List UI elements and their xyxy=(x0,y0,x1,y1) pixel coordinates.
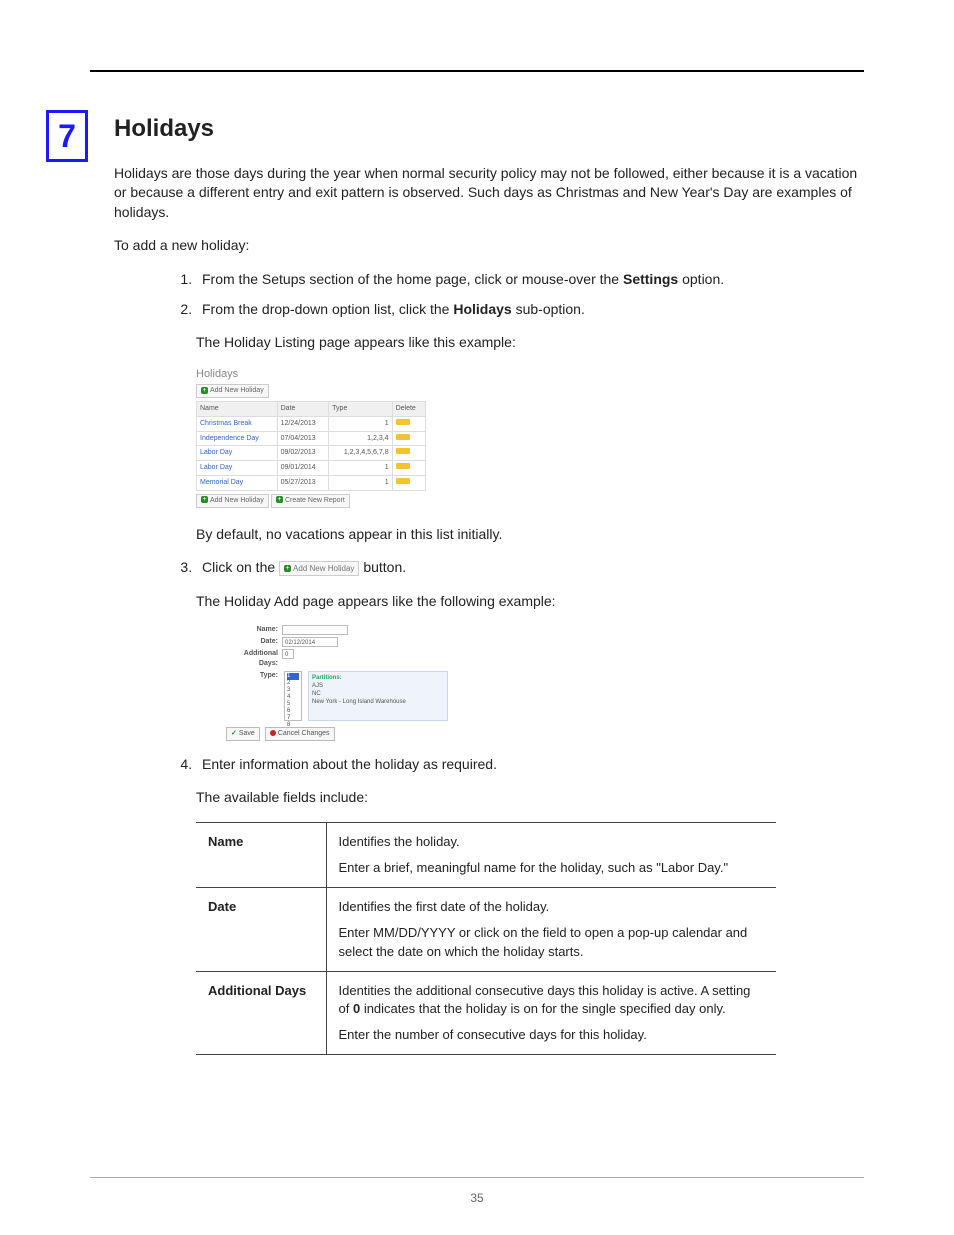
step-4-followup: The available fields include: xyxy=(196,788,864,808)
col-type: Type xyxy=(329,401,392,416)
holiday-link[interactable]: Memorial Day xyxy=(197,475,278,490)
col-date: Date xyxy=(277,401,329,416)
col-delete: Delete xyxy=(392,401,425,416)
date-label: Date: xyxy=(226,637,282,647)
to-add-intro: To add a new holiday: xyxy=(114,236,864,256)
delete-button[interactable] xyxy=(396,448,410,454)
additional-days-label: Additional Days: xyxy=(226,649,282,669)
delete-button[interactable] xyxy=(396,419,410,425)
additional-days-input[interactable]: 0 xyxy=(282,649,294,659)
step-3-followup: The Holiday Add page appears like the fo… xyxy=(196,592,864,612)
plus-icon: + xyxy=(201,496,208,503)
add-new-holiday-button-footer[interactable]: +Add New Holiday xyxy=(196,494,269,508)
name-input[interactable] xyxy=(282,625,348,635)
fig1-title: Holidays xyxy=(196,367,426,382)
plus-icon: + xyxy=(276,496,283,503)
holiday-listing-table: Name Date Type Delete Christmas Break 12… xyxy=(196,401,426,491)
table-row: Labor Day 09/02/2013 1,2,3,4,5,6,7,8 xyxy=(197,446,426,461)
delete-button[interactable] xyxy=(396,463,410,469)
name-label: Name: xyxy=(226,625,282,635)
bottom-rule xyxy=(90,1177,864,1178)
table-row: Labor Day 09/01/2014 1 xyxy=(197,461,426,476)
plus-icon: + xyxy=(284,565,291,572)
field-row-name: Name Identifies the holiday. Enter a bri… xyxy=(196,822,776,887)
step-3: Click on the +Add New Holiday button. xyxy=(196,558,864,578)
table-row: Christmas Break 12/24/2013 1 xyxy=(197,416,426,431)
holiday-link[interactable]: Labor Day xyxy=(197,446,278,461)
holiday-link[interactable]: Independence Day xyxy=(197,431,278,446)
save-button[interactable]: ✓Save xyxy=(226,727,260,741)
step-2: From the drop-down option list, click th… xyxy=(196,300,864,320)
type-label: Type: xyxy=(226,671,282,681)
check-icon: ✓ xyxy=(231,729,237,739)
add-new-holiday-inline-button[interactable]: +Add New Holiday xyxy=(279,561,359,576)
create-new-report-button[interactable]: +Create New Report xyxy=(271,494,350,508)
cancel-icon xyxy=(270,730,276,736)
type-select[interactable]: 1 2 3 4 5 6 7 8 xyxy=(284,671,302,721)
step-1: From the Setups section of the home page… xyxy=(196,270,864,290)
fields-description-table: Name Identifies the holiday. Enter a bri… xyxy=(196,822,776,1056)
chapter-number: 7 xyxy=(46,110,88,162)
partitions-select[interactable]: Partitions: AJS NC New York - Long Islan… xyxy=(308,671,448,721)
intro-paragraph: Holidays are those days during the year … xyxy=(114,164,864,223)
page-title: Holidays xyxy=(114,112,864,146)
table-row: Memorial Day 05/27/2013 1 xyxy=(197,475,426,490)
step-4: Enter information about the holiday as r… xyxy=(196,755,864,775)
date-input[interactable]: 02/12/2014 xyxy=(282,637,338,647)
holiday-link[interactable]: Labor Day xyxy=(197,461,278,476)
delete-button[interactable] xyxy=(396,434,410,440)
table-row: Independence Day 07/04/2013 1,2,3,4 xyxy=(197,431,426,446)
partitions-label: Partitions: xyxy=(312,674,444,682)
top-rule xyxy=(90,70,864,72)
page-number: 35 xyxy=(0,1190,954,1207)
cancel-changes-button[interactable]: Cancel Changes xyxy=(265,727,335,741)
step-2-followup: The Holiday Listing page appears like th… xyxy=(196,333,864,353)
holiday-listing-figure: Holidays +Add New Holiday Name Date Type… xyxy=(196,367,426,511)
field-row-additional-days: Additional Days Identities the additiona… xyxy=(196,971,776,1055)
add-new-holiday-button[interactable]: +Add New Holiday xyxy=(196,384,269,398)
field-row-date: Date Identifies the first date of the ho… xyxy=(196,888,776,972)
step-2-default-note: By default, no vacations appear in this … xyxy=(196,525,864,545)
delete-button[interactable] xyxy=(396,478,410,484)
holiday-link[interactable]: Christmas Break xyxy=(197,416,278,431)
plus-icon: + xyxy=(201,387,208,394)
holiday-add-figure: Name: Date: 02/12/2014 Additional Days: … xyxy=(226,625,466,740)
col-name: Name xyxy=(197,401,278,416)
